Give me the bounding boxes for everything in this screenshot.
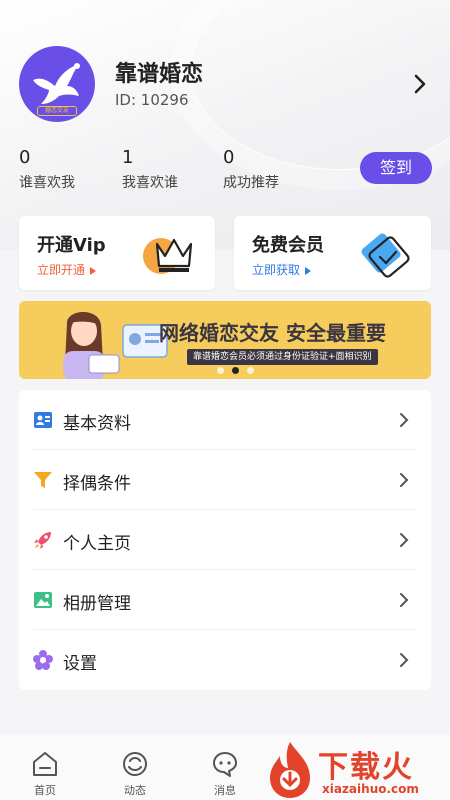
triangle-right-icon	[90, 266, 97, 275]
flame-logo-icon	[270, 742, 310, 798]
message-icon	[213, 752, 237, 777]
stat-value: 0	[223, 147, 235, 168]
carousel-indicator	[217, 359, 262, 378]
vip-card-action[interactable]: 立即开通	[37, 261, 97, 278]
stat-i-like[interactable]: 1 我喜欢谁	[122, 147, 178, 192]
menu-item-album-management[interactable]: 相册管理	[19, 570, 431, 630]
home-icon	[33, 752, 57, 776]
safety-banner[interactable]: 网络婚恋交友 安全最重要 靠谱婚恋会员必须通过身份证验证+面相识别	[19, 301, 431, 379]
tab-moments[interactable]: 动态	[110, 749, 160, 798]
free-member-card[interactable]: 免费会员 立即获取	[234, 216, 431, 290]
menu-item-partner-criteria[interactable]: 择偶条件	[19, 450, 431, 510]
stat-success-recommend[interactable]: 0 成功推荐	[223, 147, 279, 192]
profile-card-icon	[34, 412, 52, 428]
carousel-dot[interactable]	[247, 367, 254, 374]
banner-subline: 靠谱婚恋会员必须通过身份证验证+面相识别	[187, 349, 378, 365]
watermark-text: 下载火	[318, 750, 414, 785]
tab-messages[interactable]: 消息	[200, 749, 250, 798]
stat-value: 0	[19, 147, 31, 168]
chevron-right-icon	[400, 653, 409, 667]
rocket-icon	[34, 532, 51, 549]
filter-icon	[34, 472, 52, 488]
vip-card[interactable]: 开通Vip 立即开通	[19, 216, 215, 290]
chevron-right-icon	[400, 413, 409, 427]
carousel-dot[interactable]	[217, 367, 224, 374]
settings-flower-icon	[33, 650, 53, 670]
menu-item-label: 个人主页	[63, 534, 131, 554]
watermark-logo: 下载火 xiazaihuo.com	[262, 740, 450, 800]
crown-icon	[143, 238, 193, 274]
stat-label: 我喜欢谁	[122, 175, 178, 191]
app-name: 靠谱婚恋	[115, 62, 204, 87]
moments-icon	[123, 752, 147, 776]
chevron-right-icon[interactable]	[410, 70, 430, 98]
free-card-action-label: 立即获取	[252, 263, 301, 277]
user-id: ID: 10296	[115, 91, 189, 109]
vip-card-title: 开通Vip	[37, 235, 106, 256]
tab-label: 首页	[34, 784, 56, 797]
menu-item-basic-info[interactable]: 基本资料	[19, 390, 431, 450]
header-background	[0, 0, 450, 250]
tab-home[interactable]: 首页	[20, 749, 70, 798]
watermark-url: xiazaihuo.com	[322, 782, 419, 796]
free-card-title: 免费会员	[252, 235, 324, 256]
avatar-badge: 婚恋交友	[37, 106, 77, 116]
gift-card-icon	[361, 233, 410, 278]
tab-label: 消息	[214, 784, 236, 797]
vip-card-action-label: 立即开通	[37, 263, 86, 277]
menu-item-label: 择偶条件	[63, 474, 131, 494]
stat-who-likes-me[interactable]: 0 谁喜欢我	[19, 147, 75, 192]
photo-album-icon	[34, 592, 52, 608]
banner-headline: 网络婚恋交友 安全最重要	[159, 321, 386, 345]
free-card-action[interactable]: 立即获取	[252, 261, 312, 278]
triangle-right-icon	[305, 266, 312, 275]
avatar[interactable]: 婚恋交友	[19, 46, 95, 122]
menu-item-label: 基本资料	[63, 414, 131, 434]
tab-label: 动态	[124, 784, 146, 797]
stat-label: 谁喜欢我	[19, 175, 75, 191]
menu-item-personal-homepage[interactable]: 个人主页	[19, 510, 431, 570]
chevron-right-icon	[400, 593, 409, 607]
stat-value: 1	[122, 147, 134, 168]
settings-menu: 基本资料 择偶条件 个人主页 相册管理 设置	[19, 390, 431, 690]
chevron-right-icon	[400, 533, 409, 547]
menu-item-label: 设置	[63, 654, 97, 674]
checkin-button[interactable]: 签到	[360, 152, 432, 184]
menu-item-label: 相册管理	[63, 594, 131, 614]
stat-label: 成功推荐	[223, 175, 279, 191]
menu-item-settings[interactable]: 设置	[19, 630, 431, 690]
chevron-right-icon	[400, 473, 409, 487]
carousel-dot-active[interactable]	[232, 367, 239, 374]
